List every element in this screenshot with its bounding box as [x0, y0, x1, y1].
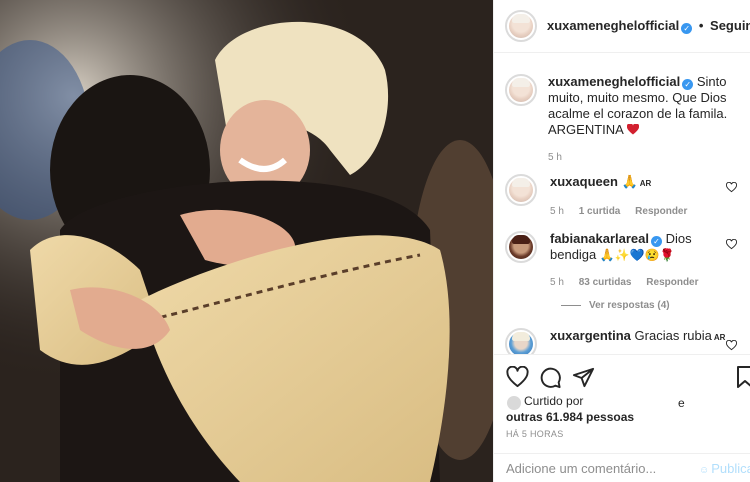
comments-list[interactable]: xuxameneghelofficial ✓ Sinto muito, muito… — [494, 54, 750, 354]
author-username[interactable]: xuxameneghelofficial — [547, 18, 679, 33]
comment-icon[interactable] — [539, 366, 562, 389]
caption-avatar[interactable] — [505, 74, 537, 106]
comment-likes-count[interactable]: 83 curtidas — [579, 277, 632, 288]
comment-like-heart-icon[interactable] — [726, 182, 737, 193]
separator-dot: • — [698, 18, 704, 33]
add-comment-bar: ☺Publica — [494, 453, 750, 482]
comment-username[interactable]: xuxargentina — [550, 328, 631, 343]
author-avatar[interactable] — [505, 10, 537, 42]
likes-summary: Curtido por e outras 61.984 pessoas — [506, 393, 685, 425]
flag-emoji: AR — [639, 179, 652, 188]
header-text: xuxameneghelofficial✓ • Seguindo — [547, 18, 750, 34]
post-timestamp[interactable]: HÁ 5 HORAS — [506, 429, 564, 439]
caption-body: xuxameneghelofficial ✓ Sinto muito, muito… — [548, 74, 738, 166]
view-replies-button[interactable]: Ver respostas (4) — [561, 300, 670, 311]
post-actions: Curtido por e outras 61.984 pessoas HÁ 5… — [494, 354, 750, 482]
post-side-panel: xuxameneghelofficial✓ • Seguindo xuxamen… — [493, 0, 750, 482]
comment-item: fabianakarlareal ✓ Dios bendiga 🙏✨💙😢🌹 5 h… — [505, 231, 745, 291]
follow-button[interactable]: Seguindo — [710, 18, 750, 33]
post-photo[interactable] — [0, 0, 493, 482]
action-icons — [506, 366, 595, 389]
caption-username[interactable]: xuxameneghelofficial — [548, 74, 680, 89]
comment-body: xuxaqueen 🙏 AR 5 h 1 curtida Responder — [550, 174, 732, 220]
bookmark-icon[interactable] — [737, 366, 750, 388]
view-replies-label: Ver respostas (4) — [589, 300, 670, 311]
publish-button[interactable]: ☺ Publica — [699, 461, 750, 476]
verified-badge-icon: ✓ — [651, 236, 663, 247]
heart-icon[interactable] — [506, 366, 529, 389]
likes-count[interactable]: outras 61.984 pessoas — [506, 409, 634, 425]
commenter-avatar[interactable] — [505, 328, 537, 354]
share-icon[interactable] — [572, 366, 595, 389]
comment-likes-count[interactable]: 1 curtida — [579, 206, 621, 217]
commenter-avatar[interactable] — [505, 231, 537, 263]
replies-divider — [561, 305, 581, 306]
comment-time: 5 h — [550, 206, 564, 217]
comment-input[interactable] — [506, 461, 686, 476]
verified-badge-icon: ✓ — [681, 23, 693, 34]
liked-by-prefix: Curtido por — [524, 394, 584, 408]
comment-emojis: 🙏✨💙😢🌹 — [599, 248, 675, 262]
liker-avatar[interactable] — [506, 395, 522, 411]
comment-body: xuxargentina Gracias rubia AR — [550, 328, 732, 354]
comment-body: fabianakarlareal ✓ Dios bendiga 🙏✨💙😢🌹 5 h… — [550, 231, 732, 291]
comment-item: xuxaqueen 🙏 AR 5 h 1 curtida Responder — [505, 174, 745, 220]
comment-username[interactable]: xuxaqueen — [550, 174, 618, 189]
verified-badge-icon: ✓ — [682, 79, 694, 90]
caption-time: 5 h — [548, 152, 562, 163]
comment-username[interactable]: fabianakarlareal — [550, 231, 649, 246]
comment-like-heart-icon[interactable] — [726, 239, 737, 250]
commenter-avatar[interactable] — [505, 174, 537, 206]
flag-emoji: AR — [713, 333, 726, 342]
red-heart-emoji-icon — [626, 123, 639, 135]
comment-text: Gracias rubia — [634, 328, 712, 343]
emoji-icon: ☺ — [699, 465, 710, 476]
comment-time: 5 h — [550, 277, 564, 288]
reply-button[interactable]: Responder — [646, 277, 698, 288]
comment-text: 🙏 — [621, 174, 638, 189]
caption: xuxameneghelofficial ✓ Sinto muito, muito… — [505, 74, 745, 166]
comment-item: xuxargentina Gracias rubia AR — [505, 328, 745, 354]
hug-photo-illustration — [0, 0, 493, 482]
comment-like-heart-icon[interactable] — [726, 340, 737, 351]
post-header: xuxameneghelofficial✓ • Seguindo — [494, 0, 750, 53]
reply-button[interactable]: Responder — [635, 206, 687, 217]
liked-by-and: e — [678, 396, 685, 410]
publish-label: Publica — [711, 461, 750, 476]
